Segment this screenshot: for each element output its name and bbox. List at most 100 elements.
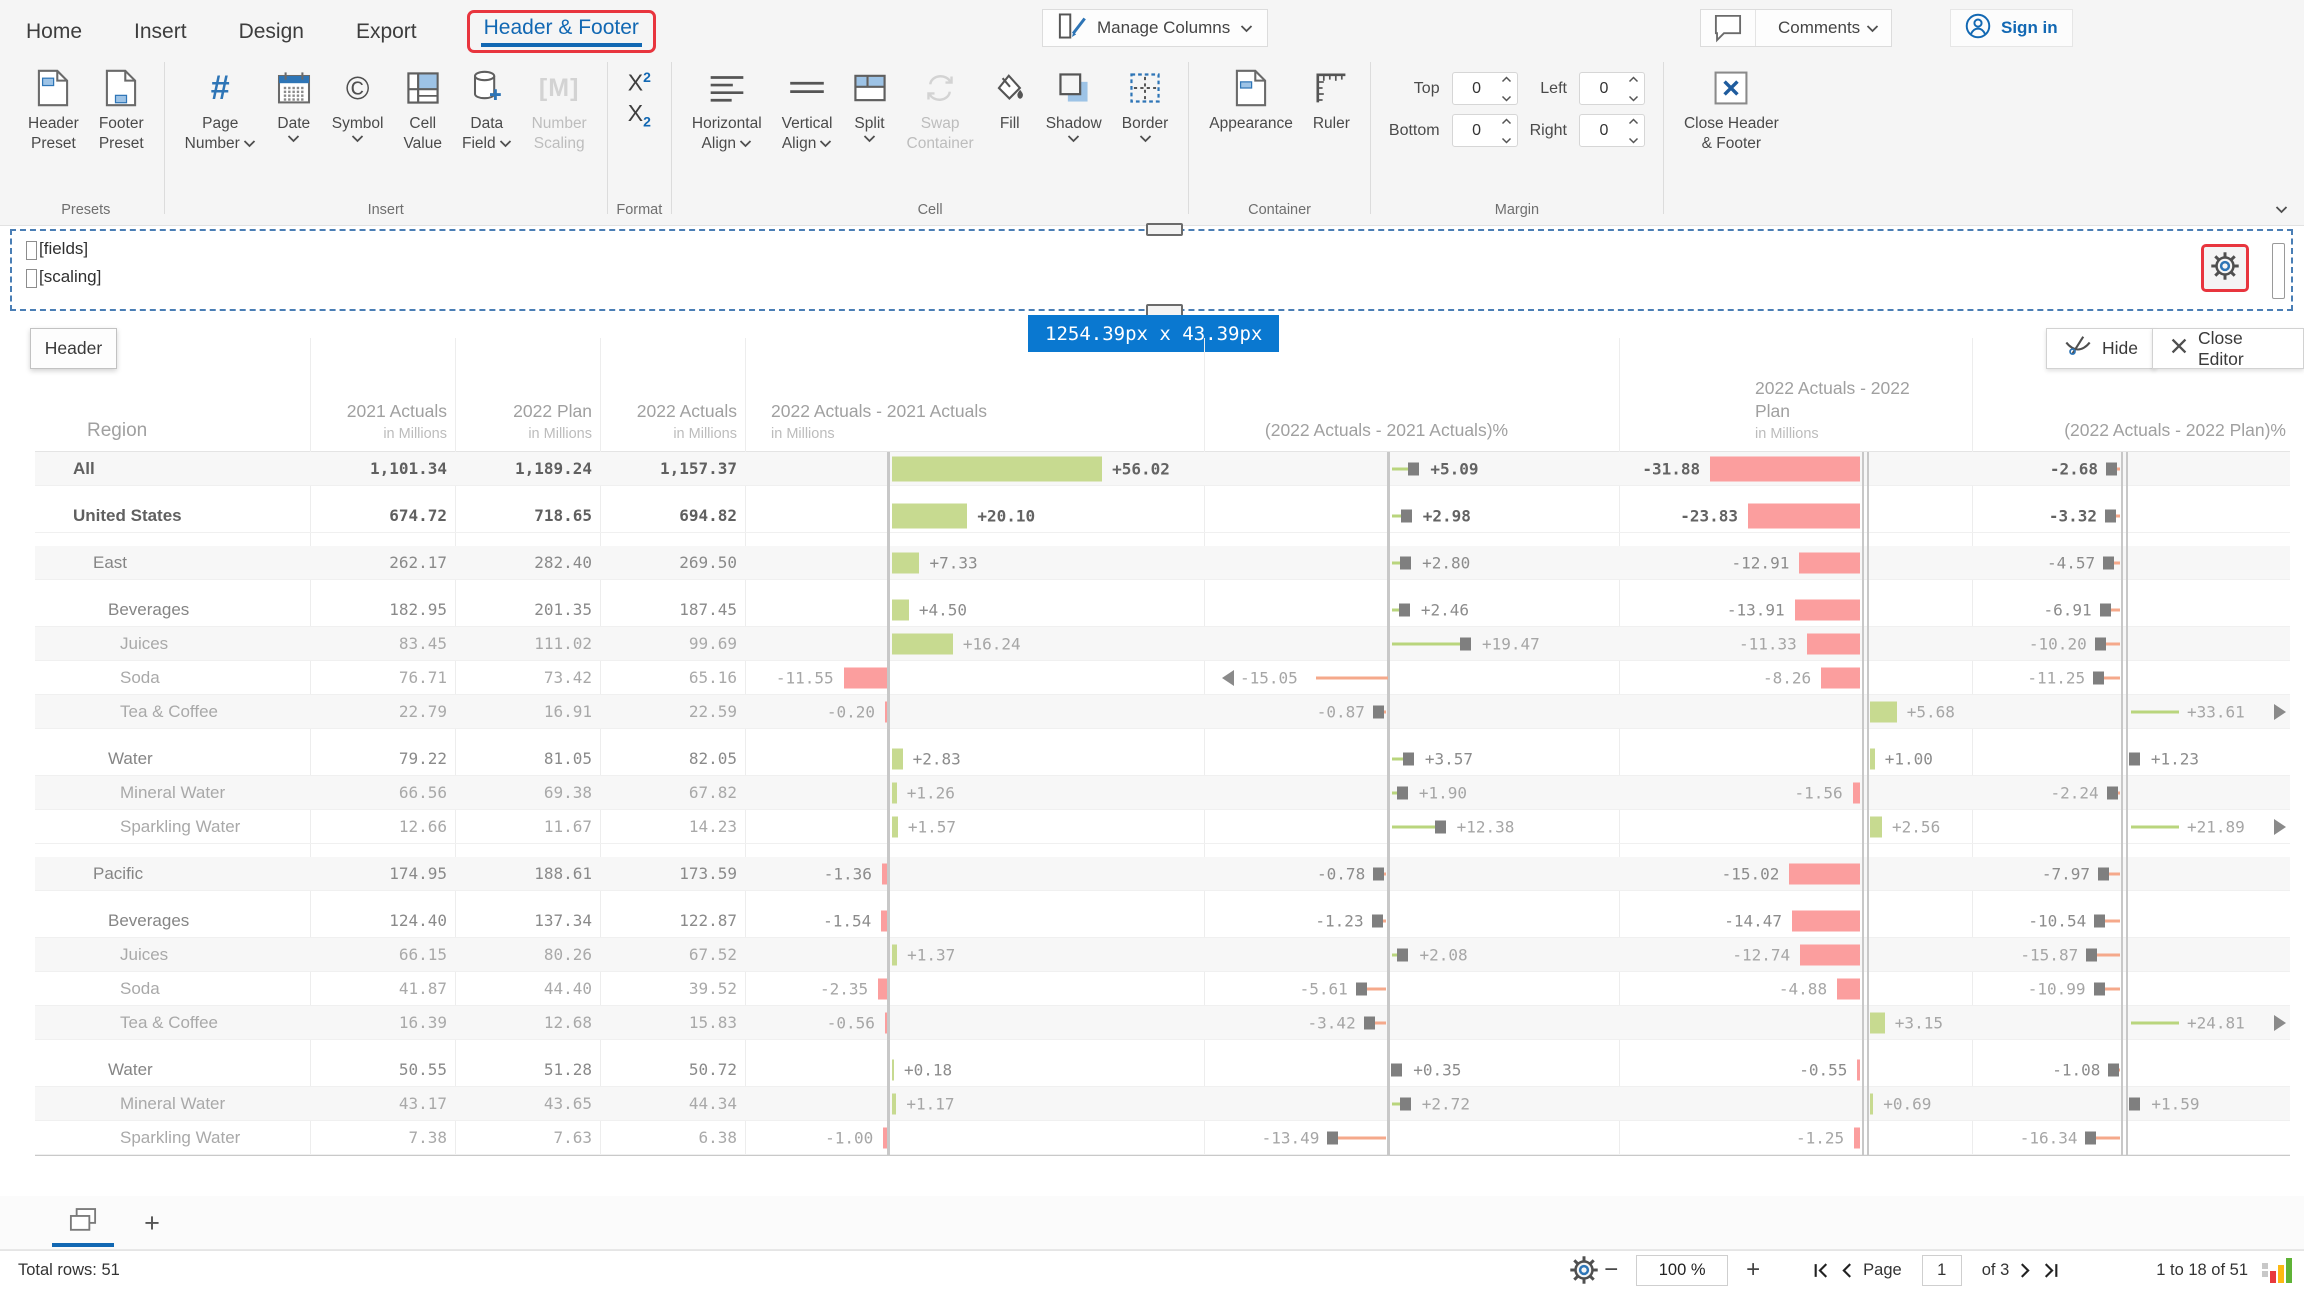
margin-top-stepper[interactable]: 0 bbox=[1452, 72, 1518, 105]
superscript-button[interactable]: X2 bbox=[628, 64, 651, 96]
column-header[interactable]: (2022 Actuals - 2022 Plan)% bbox=[1972, 419, 2290, 442]
value-cell: 7.63 bbox=[455, 1128, 600, 1147]
fill-button[interactable]: Fill bbox=[984, 62, 1036, 134]
variance-value: +2.08 bbox=[1419, 945, 1467, 964]
appearance-button[interactable]: Appearance bbox=[1199, 62, 1303, 134]
table-row[interactable]: Soda41.8744.4039.52-2.35-5.61-4.88-10.99 bbox=[35, 972, 2290, 1006]
value-cell: 1,101.34 bbox=[310, 459, 455, 478]
field-drag-handle[interactable] bbox=[26, 269, 37, 288]
split-button[interactable]: Split bbox=[843, 62, 897, 143]
table-row[interactable]: Pacific174.95188.61173.59-1.36-0.78-15.0… bbox=[35, 857, 2290, 891]
table-row[interactable]: Sparkling Water7.387.636.38-1.00-13.49-1… bbox=[35, 1121, 2290, 1155]
column-header[interactable]: (2022 Actuals - 2021 Actuals)% bbox=[1204, 419, 1619, 442]
zoom-out-button[interactable]: − bbox=[1600, 1256, 1622, 1284]
header-preset-button[interactable]: HeaderPreset bbox=[18, 62, 89, 154]
variance-value: +2.46 bbox=[1421, 600, 1469, 619]
table-row[interactable]: Mineral Water66.5669.3867.82+1.26+1.90-1… bbox=[35, 776, 2290, 810]
table-row[interactable]: Beverages182.95201.35187.45+4.50+2.46-13… bbox=[35, 593, 2290, 627]
row-label: Pacific bbox=[35, 864, 310, 884]
footer-preset-button[interactable]: FooterPreset bbox=[89, 62, 154, 154]
column-header[interactable]: 2022 Actualsin Millions bbox=[600, 400, 745, 442]
ribbon-tab-export[interactable]: Export bbox=[354, 14, 419, 50]
abs-variance-chart-cell: +1.37 bbox=[745, 938, 1204, 971]
collapse-ribbon-button[interactable] bbox=[2275, 201, 2288, 219]
variance-value: -6.91 bbox=[2043, 600, 2091, 619]
table-row[interactable]: Sparkling Water12.6611.6714.23+1.57+12.3… bbox=[35, 810, 2290, 844]
resize-handle-top[interactable] bbox=[1146, 223, 1183, 236]
value-cell: 262.17 bbox=[310, 553, 455, 572]
header-edit-region[interactable]: [fields] [scaling] bbox=[10, 229, 2293, 311]
ruler-button[interactable]: Ruler bbox=[1303, 62, 1360, 134]
last-page-button[interactable] bbox=[2042, 1262, 2060, 1279]
ribbon-tab-insert[interactable]: Insert bbox=[132, 14, 189, 50]
group-label: Insert bbox=[167, 202, 605, 218]
margin-right-stepper[interactable]: 0 bbox=[1579, 114, 1645, 147]
table-row[interactable]: East262.17282.40269.50+7.33+2.80-12.91-4… bbox=[35, 546, 2290, 580]
fill-icon bbox=[994, 62, 1026, 114]
value-cell: 81.05 bbox=[455, 749, 600, 768]
margin-bottom-stepper[interactable]: 0 bbox=[1452, 114, 1518, 147]
table-row[interactable]: Juices83.45111.0299.69+16.24+19.47-11.33… bbox=[35, 627, 2290, 661]
column-header[interactable]: 2022 Actuals - 2022Planin Millions bbox=[1619, 377, 1972, 442]
ribbon-tab-header-footer[interactable]: Header & Footer bbox=[467, 10, 656, 53]
date-button[interactable]: Date bbox=[266, 62, 322, 143]
table-row[interactable]: Soda76.7173.4265.16-11.55-15.05-8.26-11.… bbox=[35, 661, 2290, 695]
zoom-in-button[interactable]: + bbox=[1742, 1256, 1764, 1284]
page-number-input[interactable]: 1 bbox=[1922, 1255, 1962, 1286]
table-row[interactable]: Tea & Coffee16.3912.6815.83-0.56-3.42+3.… bbox=[35, 1006, 2290, 1040]
border-button[interactable]: Border bbox=[1112, 62, 1179, 143]
variance-bar bbox=[892, 503, 967, 528]
symbol-button[interactable]: ©Symbol bbox=[322, 62, 394, 143]
column-header[interactable]: 2022 Planin Millions bbox=[455, 400, 600, 442]
report-page-tab[interactable] bbox=[52, 1201, 114, 1247]
variance-bar bbox=[1800, 944, 1860, 965]
sign-in-button[interactable]: Sign in bbox=[1950, 9, 2073, 47]
variance-value: +3.57 bbox=[1425, 749, 1473, 768]
table-row[interactable]: Water50.5551.2850.72+0.18+0.35-0.55-1.08 bbox=[35, 1053, 2290, 1087]
table-row[interactable]: Beverages124.40137.34122.87-1.54-1.23-14… bbox=[35, 904, 2290, 938]
variance-bar bbox=[892, 599, 909, 620]
close-hf-button[interactable]: Close Header& Footer bbox=[1674, 62, 1789, 154]
h-align-button[interactable]: HorizontalAlign bbox=[682, 62, 772, 154]
subscript-button[interactable]: X2 bbox=[628, 100, 651, 135]
manage-columns-button[interactable]: Manage Columns bbox=[1042, 9, 1268, 47]
table-row[interactable]: All1,101.341,189.241,157.37+56.02+5.09-3… bbox=[35, 452, 2290, 486]
data-field-button[interactable]: DataField bbox=[452, 62, 522, 154]
table-row[interactable]: United States674.72718.65694.82+20.10+2.… bbox=[35, 499, 2290, 533]
table-settings-button[interactable] bbox=[1568, 1254, 1600, 1286]
page-number-button[interactable]: #PageNumber bbox=[175, 62, 266, 154]
margin-left-stepper[interactable]: 0 bbox=[1579, 72, 1645, 105]
shadow-button[interactable]: Shadow bbox=[1036, 62, 1112, 143]
table-row[interactable]: Water79.2281.0582.05+2.83+3.57+1.00+1.23 bbox=[35, 742, 2290, 776]
row-label: Beverages bbox=[35, 600, 310, 620]
scrollbar[interactable] bbox=[2272, 243, 2285, 299]
button-label: Value bbox=[403, 134, 442, 154]
next-page-button[interactable] bbox=[2019, 1262, 2032, 1279]
column-header[interactable]: 2021 Actualsin Millions bbox=[310, 400, 455, 442]
first-page-button[interactable] bbox=[1812, 1262, 1830, 1279]
cell-value-button[interactable]: CellValue bbox=[393, 62, 452, 154]
header-fields-placeholder[interactable]: [fields] bbox=[39, 239, 88, 259]
zoom-level-input[interactable]: 100 % bbox=[1636, 1255, 1728, 1286]
field-drag-handle[interactable] bbox=[26, 241, 37, 260]
header-settings-button[interactable] bbox=[2201, 244, 2249, 292]
table-row[interactable]: Tea & Coffee22.7916.9122.59-0.20-0.87+5.… bbox=[35, 695, 2290, 729]
v-align-button[interactable]: VerticalAlign bbox=[772, 62, 843, 154]
add-page-button[interactable]: + bbox=[130, 1201, 174, 1245]
plan-pct-variance-chart-cell: -10.20 bbox=[1972, 627, 2290, 660]
clipped-indicator-icon bbox=[2274, 819, 2286, 835]
comments-button[interactable]: Comments bbox=[1700, 9, 1892, 47]
prev-page-button[interactable] bbox=[1840, 1262, 1853, 1279]
ribbon-tab-design[interactable]: Design bbox=[237, 14, 306, 50]
table-row[interactable]: Mineral Water43.1743.6544.34+1.17+2.72+0… bbox=[35, 1087, 2290, 1121]
column-header[interactable]: Region bbox=[35, 420, 310, 442]
variance-value: +2.80 bbox=[1422, 553, 1470, 572]
value-cell: 14.23 bbox=[600, 817, 745, 836]
plan-variance-chart-cell: +5.68 bbox=[1619, 695, 1972, 728]
column-header[interactable]: 2022 Actuals - 2021 Actualsin Millions bbox=[745, 400, 1204, 442]
table-row[interactable]: Juices66.1580.2667.52+1.37+2.08-12.74-15… bbox=[35, 938, 2290, 972]
ribbon-tab-home[interactable]: Home bbox=[24, 14, 84, 50]
header-scaling-placeholder[interactable]: [scaling] bbox=[39, 267, 101, 287]
chart-axis bbox=[2121, 452, 2123, 1155]
variance-value: -13.91 bbox=[1727, 600, 1785, 619]
